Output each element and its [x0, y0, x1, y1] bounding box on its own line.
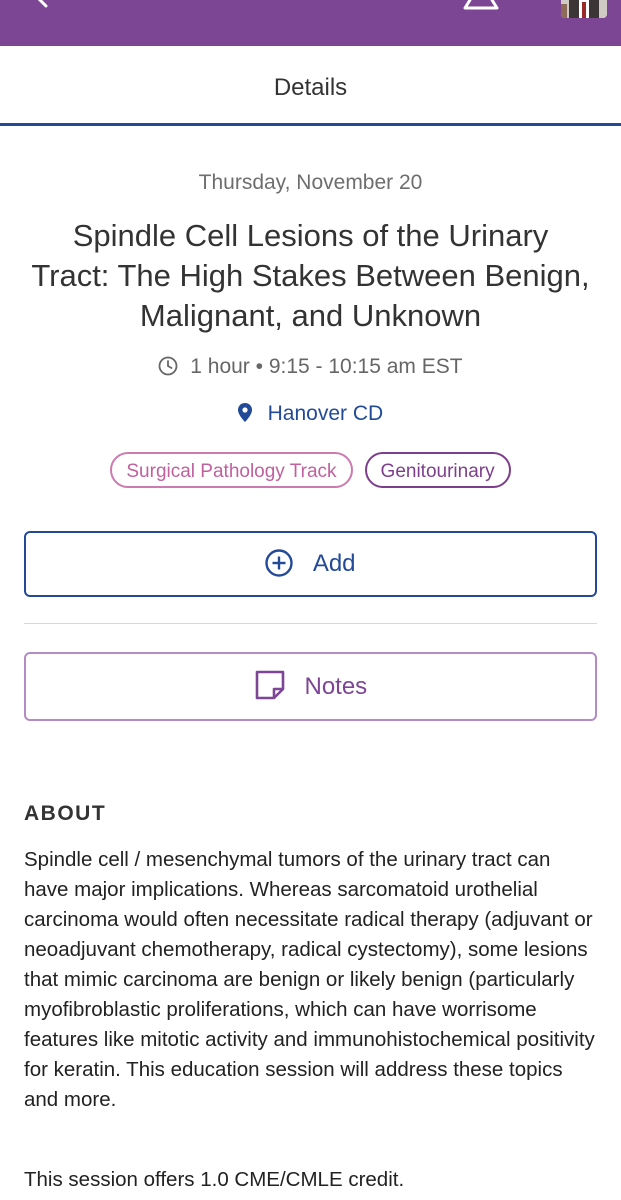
note-icon: [254, 670, 305, 700]
about-description: Spindle cell / mesenchymal tumors of the…: [24, 848, 595, 1111]
avatar[interactable]: [561, 0, 607, 18]
back-arrow-icon[interactable]: [30, 0, 54, 8]
bell-icon[interactable]: [462, 0, 500, 16]
session-time-text: 1 hour • 9:15 - 10:15 am EST: [190, 355, 463, 378]
map-pin-icon: [237, 402, 268, 425]
notes-button[interactable]: Notes: [24, 652, 597, 721]
notes-button-label: Notes: [304, 673, 368, 700]
plus-circle-icon: [265, 549, 312, 577]
divider: [24, 623, 597, 624]
page-title: Details: [0, 46, 621, 124]
add-button-label: Add: [312, 550, 356, 577]
top-app-bar: [0, 0, 621, 46]
credit-info: This session offers 1.0 CME/CMLE credit.: [24, 1168, 405, 1191]
tag-list: Surgical Pathology Track Genitourinary: [0, 452, 621, 488]
add-button[interactable]: Add: [24, 531, 597, 597]
header-underline: [0, 123, 621, 126]
location-text: Hanover CD: [267, 402, 384, 425]
about-heading: ABOUT: [24, 802, 107, 825]
tag-genitourinary[interactable]: Genitourinary: [364, 452, 511, 488]
clock-icon: [158, 355, 190, 378]
tag-surgical-pathology-track[interactable]: Surgical Pathology Track: [110, 452, 353, 488]
session-title: Spindle Cell Lesions of the Urinary Trac…: [31, 218, 590, 333]
session-date: Thursday, November 20: [198, 171, 423, 194]
session-time: 1 hour • 9:15 - 10:15 am EST: [0, 353, 621, 381]
session-location[interactable]: Hanover CD: [0, 400, 621, 428]
